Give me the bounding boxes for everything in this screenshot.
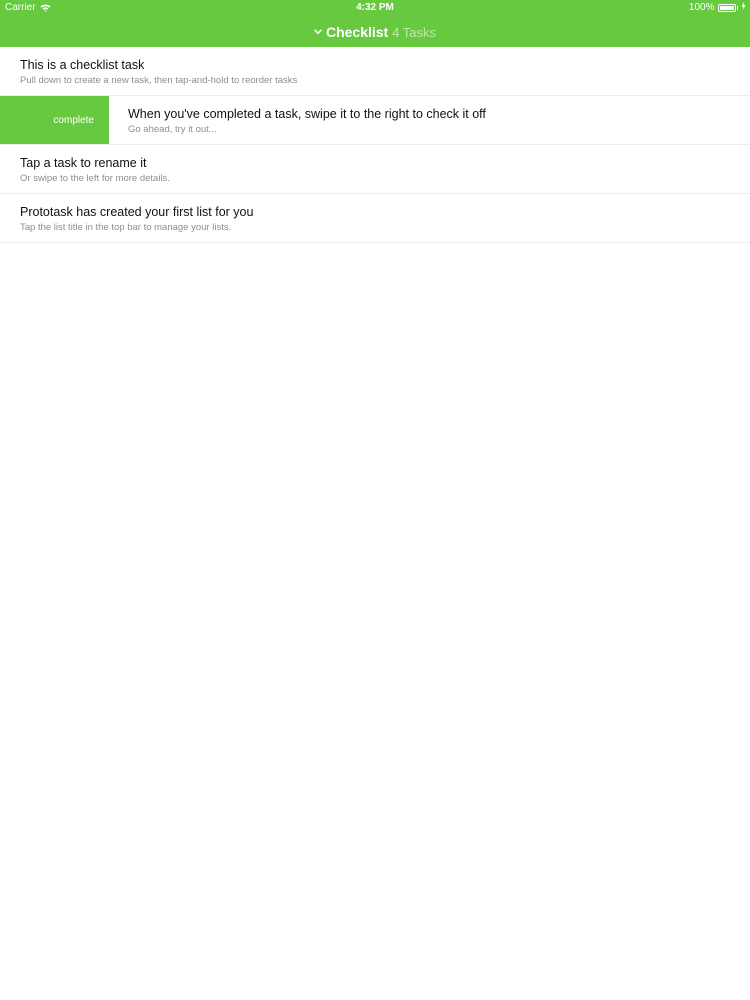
task-title: When you've completed a task, swipe it t…: [128, 107, 486, 121]
battery-percent: 100%: [688, 2, 715, 13]
chevron-down-icon: [314, 29, 322, 35]
task-subtitle: Tap the list title in the top bar to man…: [20, 222, 232, 233]
task-content: This is a checklist task Pull down to cr…: [20, 58, 297, 87]
complete-label: complete: [53, 114, 94, 126]
task-content: When you've completed a task, swipe it t…: [128, 107, 486, 136]
task-row[interactable]: complete When you've completed a task, s…: [0, 96, 750, 145]
task-subtitle: Or swipe to the left for more details.: [20, 173, 170, 184]
task-title: Tap a task to rename it: [20, 156, 147, 170]
charging-bolt-icon: [741, 2, 746, 13]
complete-swipe-action[interactable]: complete: [0, 96, 109, 144]
task-subtitle: Go ahead, try it out...: [128, 124, 217, 135]
task-count: 4 Tasks: [392, 24, 437, 40]
app-header: Carrier 4:32 PM 100% Checklist 4 Tasks: [0, 0, 750, 47]
task-content: Prototask has created your first list fo…: [20, 205, 253, 234]
battery-tip: [736, 5, 738, 10]
battery-fill: [719, 5, 734, 10]
status-time: 4:32 PM: [356, 2, 394, 13]
battery-icon: [717, 3, 736, 12]
task-subtitle: Pull down to create a new task, then tap…: [20, 75, 298, 86]
task-row[interactable]: This is a checklist task Pull down to cr…: [0, 47, 750, 96]
status-right: 100%: [689, 2, 746, 13]
list-title-button[interactable]: Checklist 4 Tasks: [0, 22, 750, 42]
task-list: This is a checklist task Pull down to cr…: [0, 47, 750, 243]
task-title: This is a checklist task: [20, 58, 145, 72]
task-title: Prototask has created your first list fo…: [20, 205, 254, 219]
task-row[interactable]: Prototask has created your first list fo…: [0, 194, 750, 243]
status-bar: Carrier 4:32 PM 100%: [0, 0, 750, 16]
list-title: Checklist: [325, 24, 389, 40]
task-content: Tap a task to rename it Or swipe to the …: [20, 156, 170, 185]
task-row[interactable]: Tap a task to rename it Or swipe to the …: [0, 145, 750, 194]
